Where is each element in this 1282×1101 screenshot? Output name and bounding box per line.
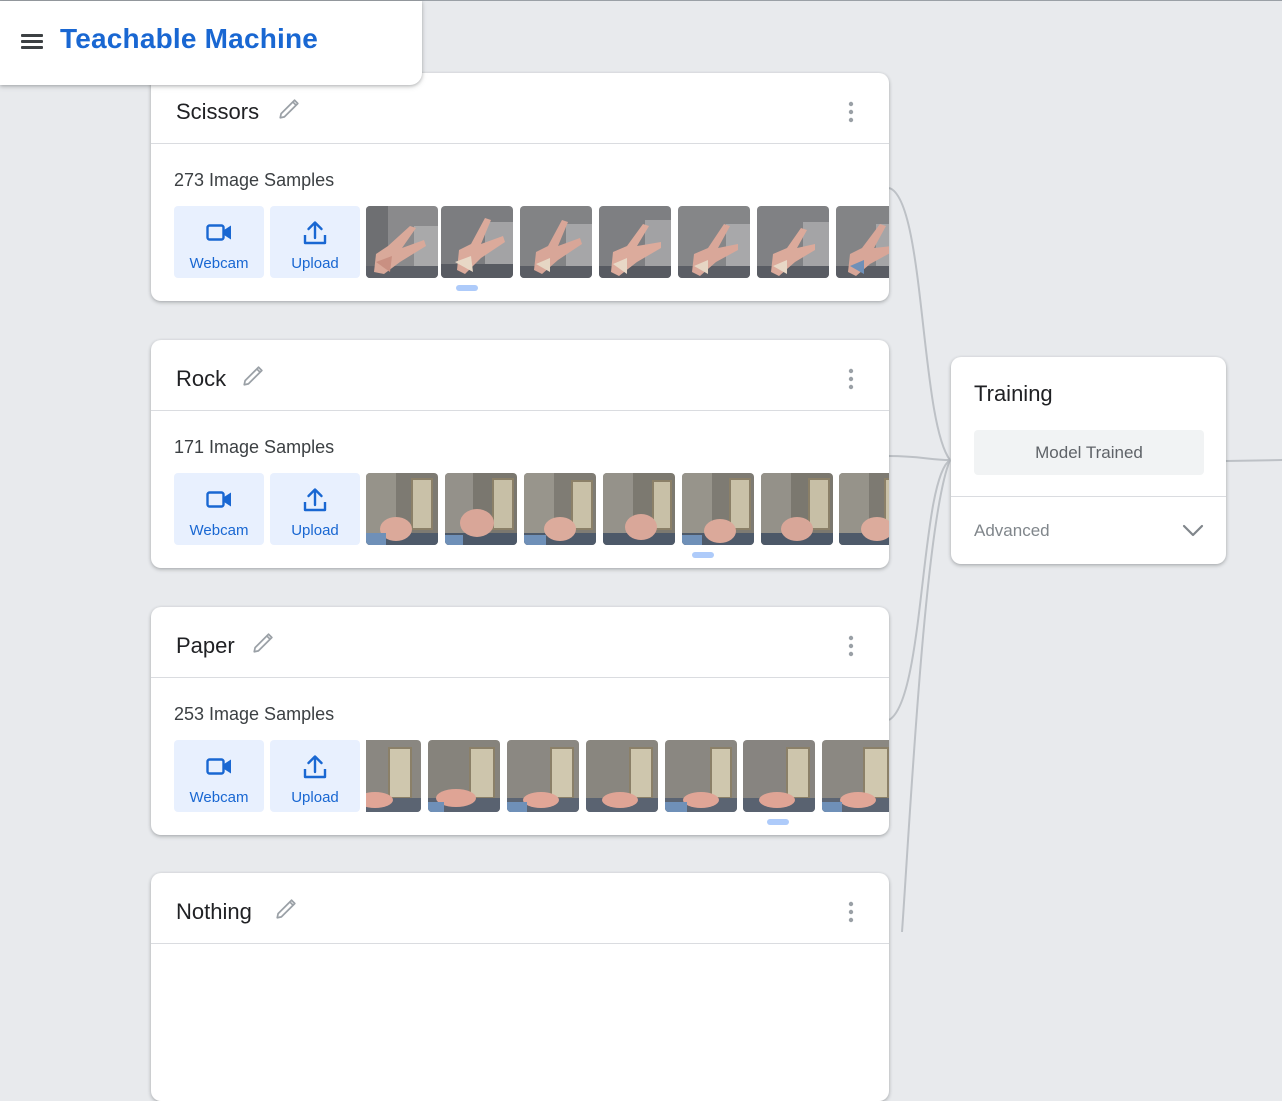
more-vert-icon[interactable] (839, 900, 863, 924)
sample-thumbnail[interactable] (366, 206, 438, 278)
upload-button[interactable]: Upload (270, 473, 360, 545)
class-card-header: Rock (151, 340, 889, 411)
sample-thumbnails[interactable] (366, 206, 889, 278)
thumbnail-scroll-handle[interactable] (692, 552, 714, 558)
pencil-edit-icon[interactable] (241, 362, 267, 388)
sample-thumbnail[interactable] (520, 206, 592, 278)
upload-label: Upload (291, 255, 339, 272)
class-name[interactable]: Nothing (176, 899, 252, 925)
app-title[interactable]: Teachable Machine (60, 23, 318, 55)
sample-thumbnail[interactable] (665, 740, 737, 812)
sample-thumbnail[interactable] (678, 206, 750, 278)
upload-icon (303, 221, 327, 245)
webcam-button[interactable]: Webcam (174, 206, 264, 278)
upload-icon (303, 755, 327, 779)
sample-thumbnail[interactable] (603, 473, 675, 545)
sample-thumbnail[interactable] (761, 473, 833, 545)
sample-count: 273 Image Samples (174, 170, 335, 190)
videocam-icon (206, 224, 231, 241)
connector-nothing (901, 459, 951, 932)
pencil-edit-icon[interactable] (251, 629, 277, 655)
webcam-button[interactable]: Webcam (174, 740, 264, 812)
sample-thumbnail[interactable] (586, 740, 658, 812)
pencil-edit-icon[interactable] (277, 95, 303, 121)
sample-count: 253 Image Samples (174, 704, 335, 724)
sample-thumbnail[interactable] (366, 473, 438, 545)
sample-thumbnail[interactable] (839, 473, 889, 545)
app-header: Teachable Machine (0, 1, 422, 85)
training-card: Training Model Trained Advanced (951, 357, 1226, 564)
upload-label: Upload (291, 789, 339, 806)
sample-thumbnail[interactable] (507, 740, 579, 812)
class-card-rock: Rock 171 Image Samples Webcam Upload (151, 340, 889, 568)
class-name[interactable]: Rock (176, 366, 226, 392)
sample-thumbnail[interactable] (441, 206, 513, 278)
sample-thumbnail[interactable] (757, 206, 829, 278)
class-card-nothing: Nothing (151, 873, 889, 1101)
connector-paper (888, 459, 951, 721)
webcam-button[interactable]: Webcam (174, 473, 264, 545)
training-title: Training (974, 381, 1053, 406)
sample-thumbnail[interactable] (599, 206, 671, 278)
sample-thumbnail[interactable] (682, 473, 754, 545)
thumbnail-scroll-handle[interactable] (767, 819, 789, 825)
sample-thumbnails[interactable] (366, 473, 889, 545)
train-model-button[interactable]: Model Trained (974, 430, 1204, 475)
more-vert-icon[interactable] (839, 367, 863, 391)
sample-thumbnails[interactable] (366, 740, 889, 812)
pencil-edit-icon[interactable] (274, 895, 300, 921)
more-vert-icon[interactable] (839, 100, 863, 124)
videocam-icon (206, 491, 231, 508)
connector-to-export (1225, 459, 1282, 462)
videocam-icon (206, 758, 231, 775)
sample-thumbnail[interactable] (366, 740, 421, 812)
hamburger-menu-icon[interactable] (17, 28, 47, 54)
class-card-paper: Paper 253 Image Samples Webcam Upload (151, 607, 889, 835)
sample-thumbnail[interactable] (428, 740, 500, 812)
sample-count: 171 Image Samples (174, 437, 335, 457)
upload-button[interactable]: Upload (270, 206, 360, 278)
class-card-header: Paper (151, 607, 889, 678)
webcam-label: Webcam (189, 255, 249, 272)
webcam-label: Webcam (189, 522, 249, 539)
sample-thumbnail[interactable] (836, 206, 889, 278)
connector-scissors (888, 187, 951, 461)
thumbnail-scroll-handle[interactable] (456, 285, 478, 291)
sample-thumbnail[interactable] (524, 473, 596, 545)
sample-thumbnail[interactable] (445, 473, 517, 545)
webcam-label: Webcam (189, 789, 249, 806)
sample-thumbnail[interactable] (743, 740, 815, 812)
connector-rock (888, 455, 951, 461)
class-name[interactable]: Paper (176, 633, 235, 659)
class-card-scissors: Scissors 273 Image Samples Webcam Upload (151, 73, 889, 301)
advanced-toggle[interactable]: Advanced (974, 521, 1050, 541)
upload-button[interactable]: Upload (270, 740, 360, 812)
class-card-header: Nothing (151, 873, 889, 944)
chevron-down-icon[interactable] (1180, 521, 1206, 541)
upload-label: Upload (291, 522, 339, 539)
divider (951, 496, 1226, 497)
upload-icon (303, 488, 327, 512)
more-vert-icon[interactable] (839, 634, 863, 658)
sample-thumbnail[interactable] (822, 740, 889, 812)
class-name[interactable]: Scissors (176, 99, 259, 125)
